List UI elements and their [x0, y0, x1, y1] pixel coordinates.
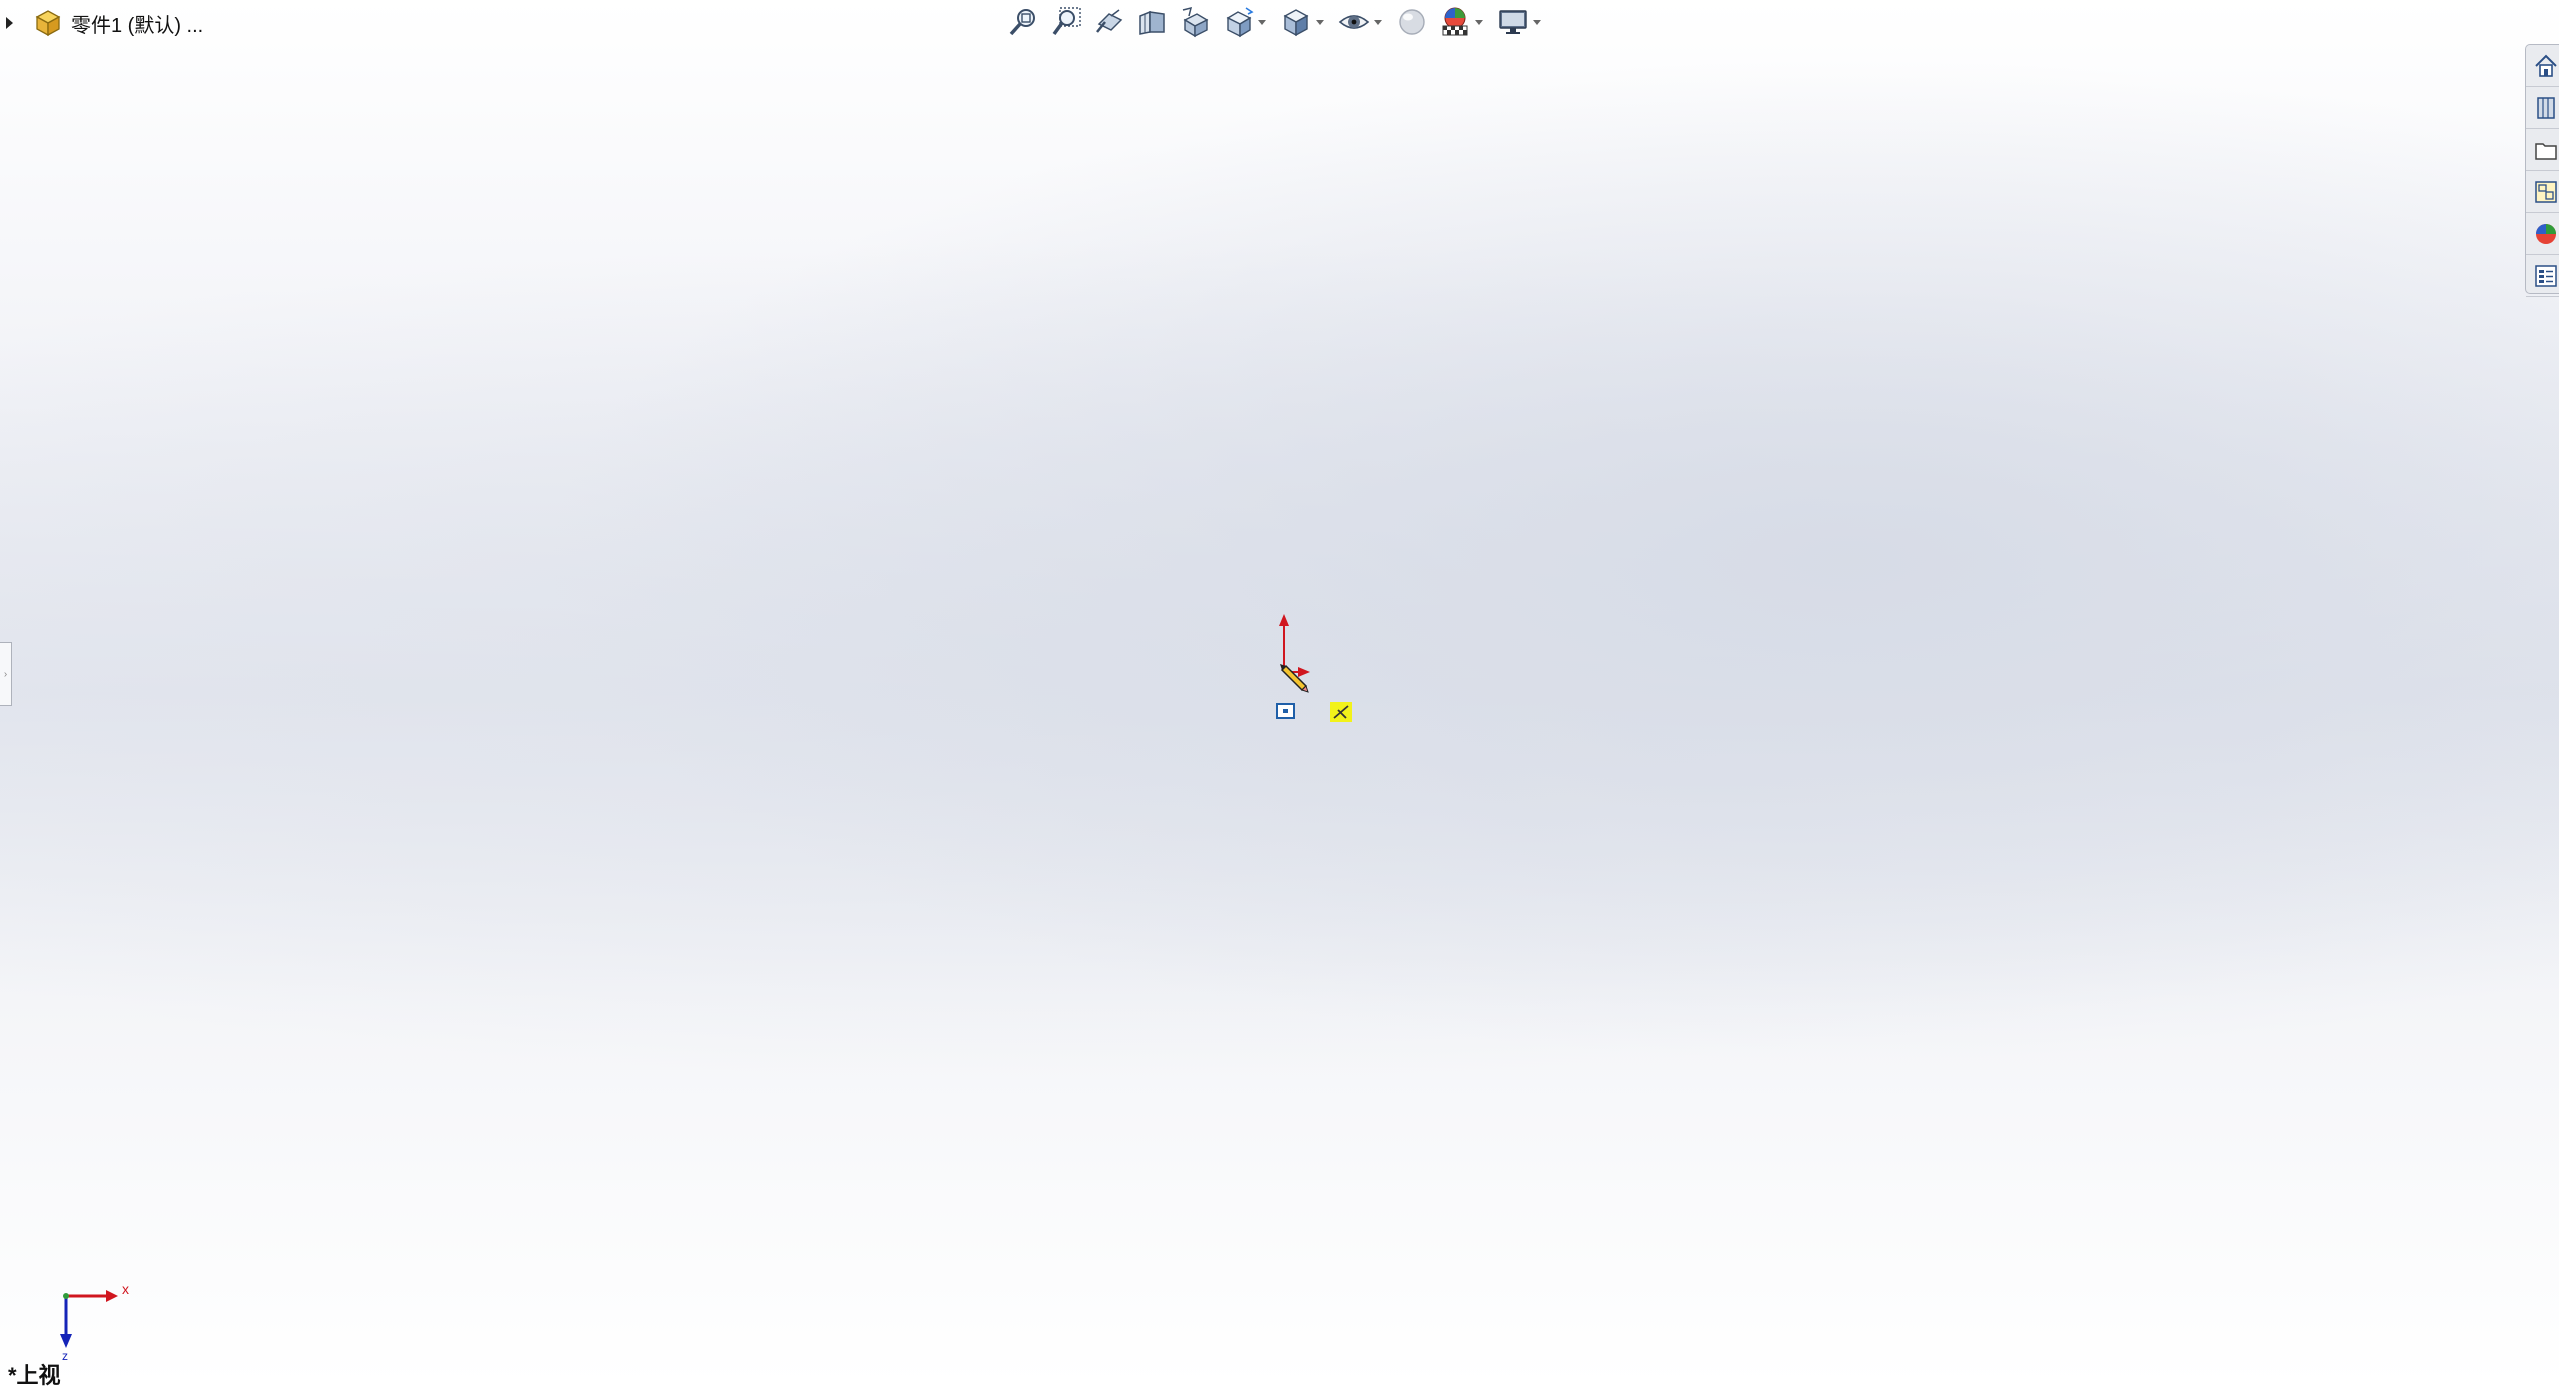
view-settings-dropdown[interactable]: [1533, 19, 1541, 25]
home-icon: [2535, 54, 2557, 77]
handle-grip-icon: ›: [3, 668, 8, 680]
triad-x-axis-icon: [66, 1290, 118, 1302]
task-pane-tab-home[interactable]: [2526, 46, 2559, 87]
view-orientation-label: *上视: [8, 1363, 61, 1388]
previous-view-icon: [1096, 9, 1123, 33]
view-settings-button[interactable]: [1495, 3, 1531, 41]
part-name-label[interactable]: 零件1 (默认) ...: [71, 9, 203, 38]
triad-z-axis-icon: [60, 1296, 72, 1348]
part-icon: [35, 10, 61, 37]
edit-appearance-button[interactable]: [1394, 3, 1430, 41]
task-pane-tab-design-library[interactable]: [2526, 88, 2559, 129]
triad-y-axis-icon: [63, 1293, 69, 1299]
task-pane-tab-view-palette[interactable]: [2526, 172, 2559, 213]
sketch-origin: [1276, 614, 1352, 722]
task-pane-tab-appearances[interactable]: [2526, 214, 2559, 255]
view-orientation-icon: [1226, 7, 1254, 38]
apply-scene-dropdown[interactable]: [1475, 19, 1483, 25]
hide-show-items-icon: [1338, 15, 1370, 29]
task-pane-tab-file-explorer[interactable]: [2526, 130, 2559, 171]
appearances-icon: [2536, 224, 2556, 244]
expand-arrow-icon[interactable]: [6, 17, 13, 29]
section-view-icon: [1139, 10, 1165, 35]
apply-scene-icon: [1442, 7, 1468, 36]
coincident-relation-icon: [1330, 702, 1352, 722]
heads-up-view-toolbar: [1005, 2, 1553, 42]
triad-z-label: z: [62, 1349, 68, 1362]
view-orientation-button[interactable]: [1220, 3, 1256, 41]
file-explorer-icon: [2535, 143, 2557, 160]
triad-x-label: x: [122, 1281, 129, 1297]
graphics-area[interactable]: 零件1 (默认) ... › x z *上视: [0, 0, 2559, 1388]
display-style-dropdown[interactable]: [1316, 19, 1324, 25]
apply-scene-button[interactable]: [1437, 3, 1473, 41]
section-view-button[interactable]: [1134, 3, 1170, 41]
hide-show-items-dropdown[interactable]: [1374, 19, 1382, 25]
task-pane-tab-custom-properties[interactable]: [2526, 256, 2559, 297]
design-library-icon: [2537, 97, 2555, 119]
feature-tree-header: 零件1 (默认) ...: [6, 8, 203, 38]
view-settings-icon: [1499, 10, 1527, 34]
sketch-pencil-icon: [1280, 664, 1309, 693]
display-style-icon: [1283, 9, 1309, 37]
view-palette-icon: [2535, 181, 2557, 203]
previous-view-button[interactable]: [1091, 3, 1127, 41]
dynamic-annotation-views-button[interactable]: [1177, 3, 1213, 41]
zoom-to-fit-button[interactable]: [1005, 3, 1041, 41]
edit-appearance-icon: [1399, 9, 1425, 35]
dynamic-annotation-views-icon: [1182, 6, 1209, 38]
zoom-to-area-icon: [1052, 7, 1081, 36]
view-orientation-dropdown[interactable]: [1258, 19, 1266, 25]
task-pane-tabs: [2525, 44, 2559, 297]
sketch-rectangle-cursor-icon: [1276, 703, 1295, 719]
display-style-button[interactable]: [1278, 3, 1314, 41]
custom-properties-icon: [2535, 265, 2557, 287]
zoom-to-area-button[interactable]: [1048, 3, 1084, 41]
zoom-to-fit-icon: [1009, 9, 1035, 36]
hide-show-items-button[interactable]: [1336, 3, 1372, 41]
reference-triad: x z: [60, 1281, 129, 1362]
left-panel-handle[interactable]: ›: [0, 642, 12, 706]
